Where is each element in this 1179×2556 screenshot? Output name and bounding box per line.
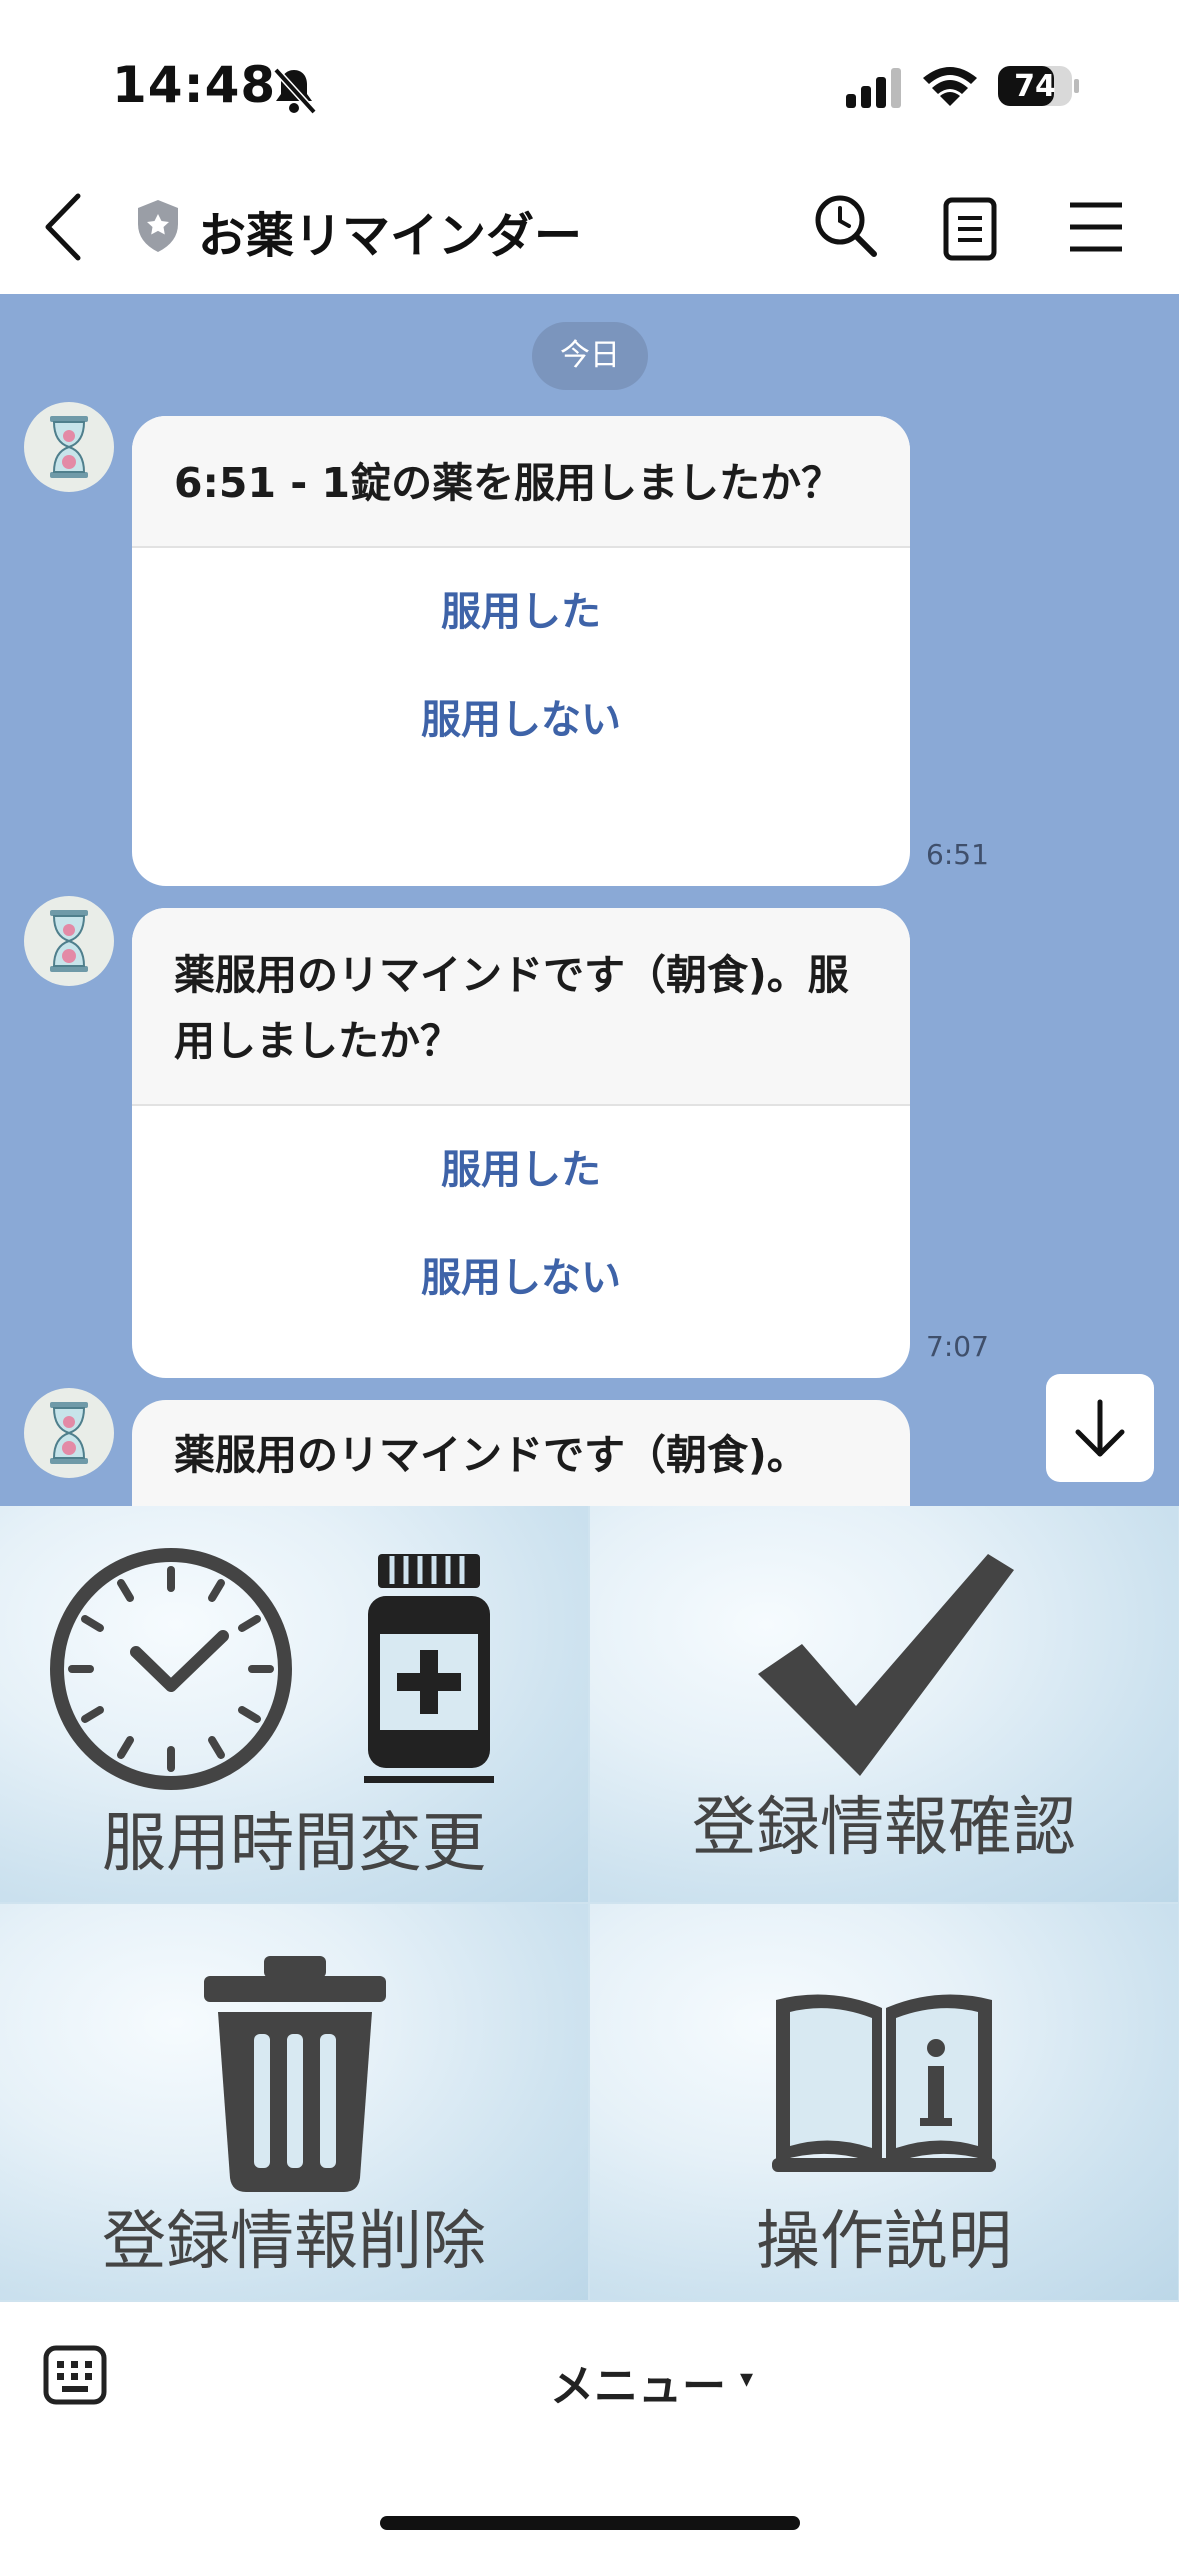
status-time: 14:48 [112,56,277,114]
keyboard-icon[interactable] [42,2344,108,2406]
tile-label: 操作説明 [756,2205,1012,2279]
wifi-icon [923,67,977,106]
message-bubble: 6:51 - 1錠の薬を服用しましたか？ 服用した 服用しない [132,416,910,886]
arrow-down-icon [1075,1399,1125,1457]
took-medicine-button[interactable]: 服用した [132,558,910,666]
scroll-to-bottom-button[interactable] [1046,1374,1154,1482]
date-separator: 今日 [532,322,648,390]
hamburger-menu-icon[interactable] [1068,200,1124,254]
tile-label: 登録情報確認 [692,1791,1076,1865]
message-text: 薬服用のリマインドです（朝食)。 [132,1400,910,1506]
message-text: 薬服用のリマインドです（朝食)。服用しましたか？ [132,908,910,1106]
tile-label: 服用時間変更 [102,1807,486,1881]
not-taken-button[interactable]: 服用しない [132,1224,910,1332]
hourglass-icon [50,416,88,478]
battery-level: 74 [1014,69,1056,104]
trash-icon [204,1956,386,2192]
rich-menu: 服用時間変更 登録情報確認 登録情報削除 操作説明 [0,1506,1179,2302]
home-indicator [380,2516,800,2530]
check-registration-tile[interactable]: 登録情報確認 [590,1506,1178,1902]
hourglass-icon [50,1402,88,1464]
not-taken-button[interactable]: 服用しない [132,666,910,774]
menu-toggle-label[interactable]: メニュー [550,2350,726,2414]
message-timestamp: 6:51 [926,838,989,871]
bot-avatar[interactable] [24,402,114,492]
bot-avatar[interactable] [24,1388,114,1478]
message-timestamp: 7:07 [926,1330,989,1363]
clock-icon [50,1548,292,1790]
notes-icon[interactable] [942,196,998,262]
info-book-icon [772,1994,996,2172]
cellular-signal-icon [846,68,901,108]
verified-shield-icon [138,200,178,252]
tile-label: 登録情報削除 [102,2205,486,2279]
bot-avatar[interactable] [24,896,114,986]
took-medicine-button[interactable]: 服用した [132,1116,910,1224]
medicine-bottle-icon [364,1554,494,1783]
bell-muted-icon [273,67,317,115]
caret-down-icon[interactable]: ▾ [740,2364,753,2394]
battery-indicator: 74 [998,64,1080,108]
change-dose-time-tile[interactable]: 服用時間変更 [0,1506,588,1902]
delete-registration-tile[interactable]: 登録情報削除 [0,1904,588,2300]
search-icon[interactable] [812,192,878,258]
checkmark-icon [758,1554,1014,1776]
hourglass-icon [50,910,88,972]
message-text: 6:51 - 1錠の薬を服用しましたか？ [132,416,910,548]
back-chevron-icon[interactable] [40,190,86,264]
instructions-tile[interactable]: 操作説明 [590,1904,1178,2300]
chat-title: お薬リマインダー [198,208,583,264]
message-bubble: 薬服用のリマインドです（朝食)。服用しましたか？ 服用した 服用しない [132,908,910,1378]
message-bubble: 薬服用のリマインドです（朝食)。 [132,1400,910,1506]
